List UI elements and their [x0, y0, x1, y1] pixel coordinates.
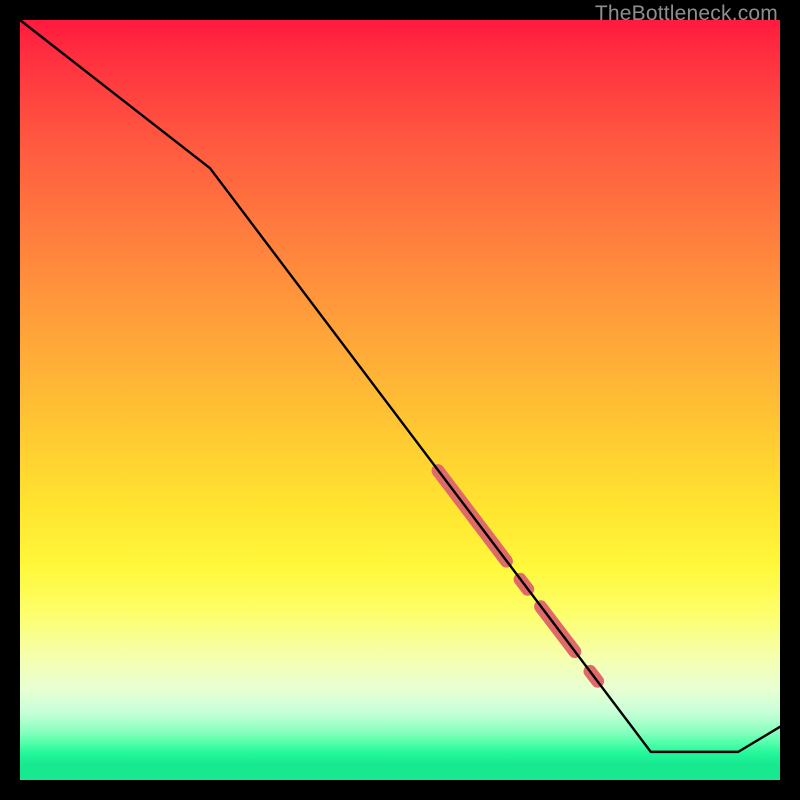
chart-overlay	[20, 20, 780, 780]
bottleneck-curve-line	[20, 20, 780, 752]
